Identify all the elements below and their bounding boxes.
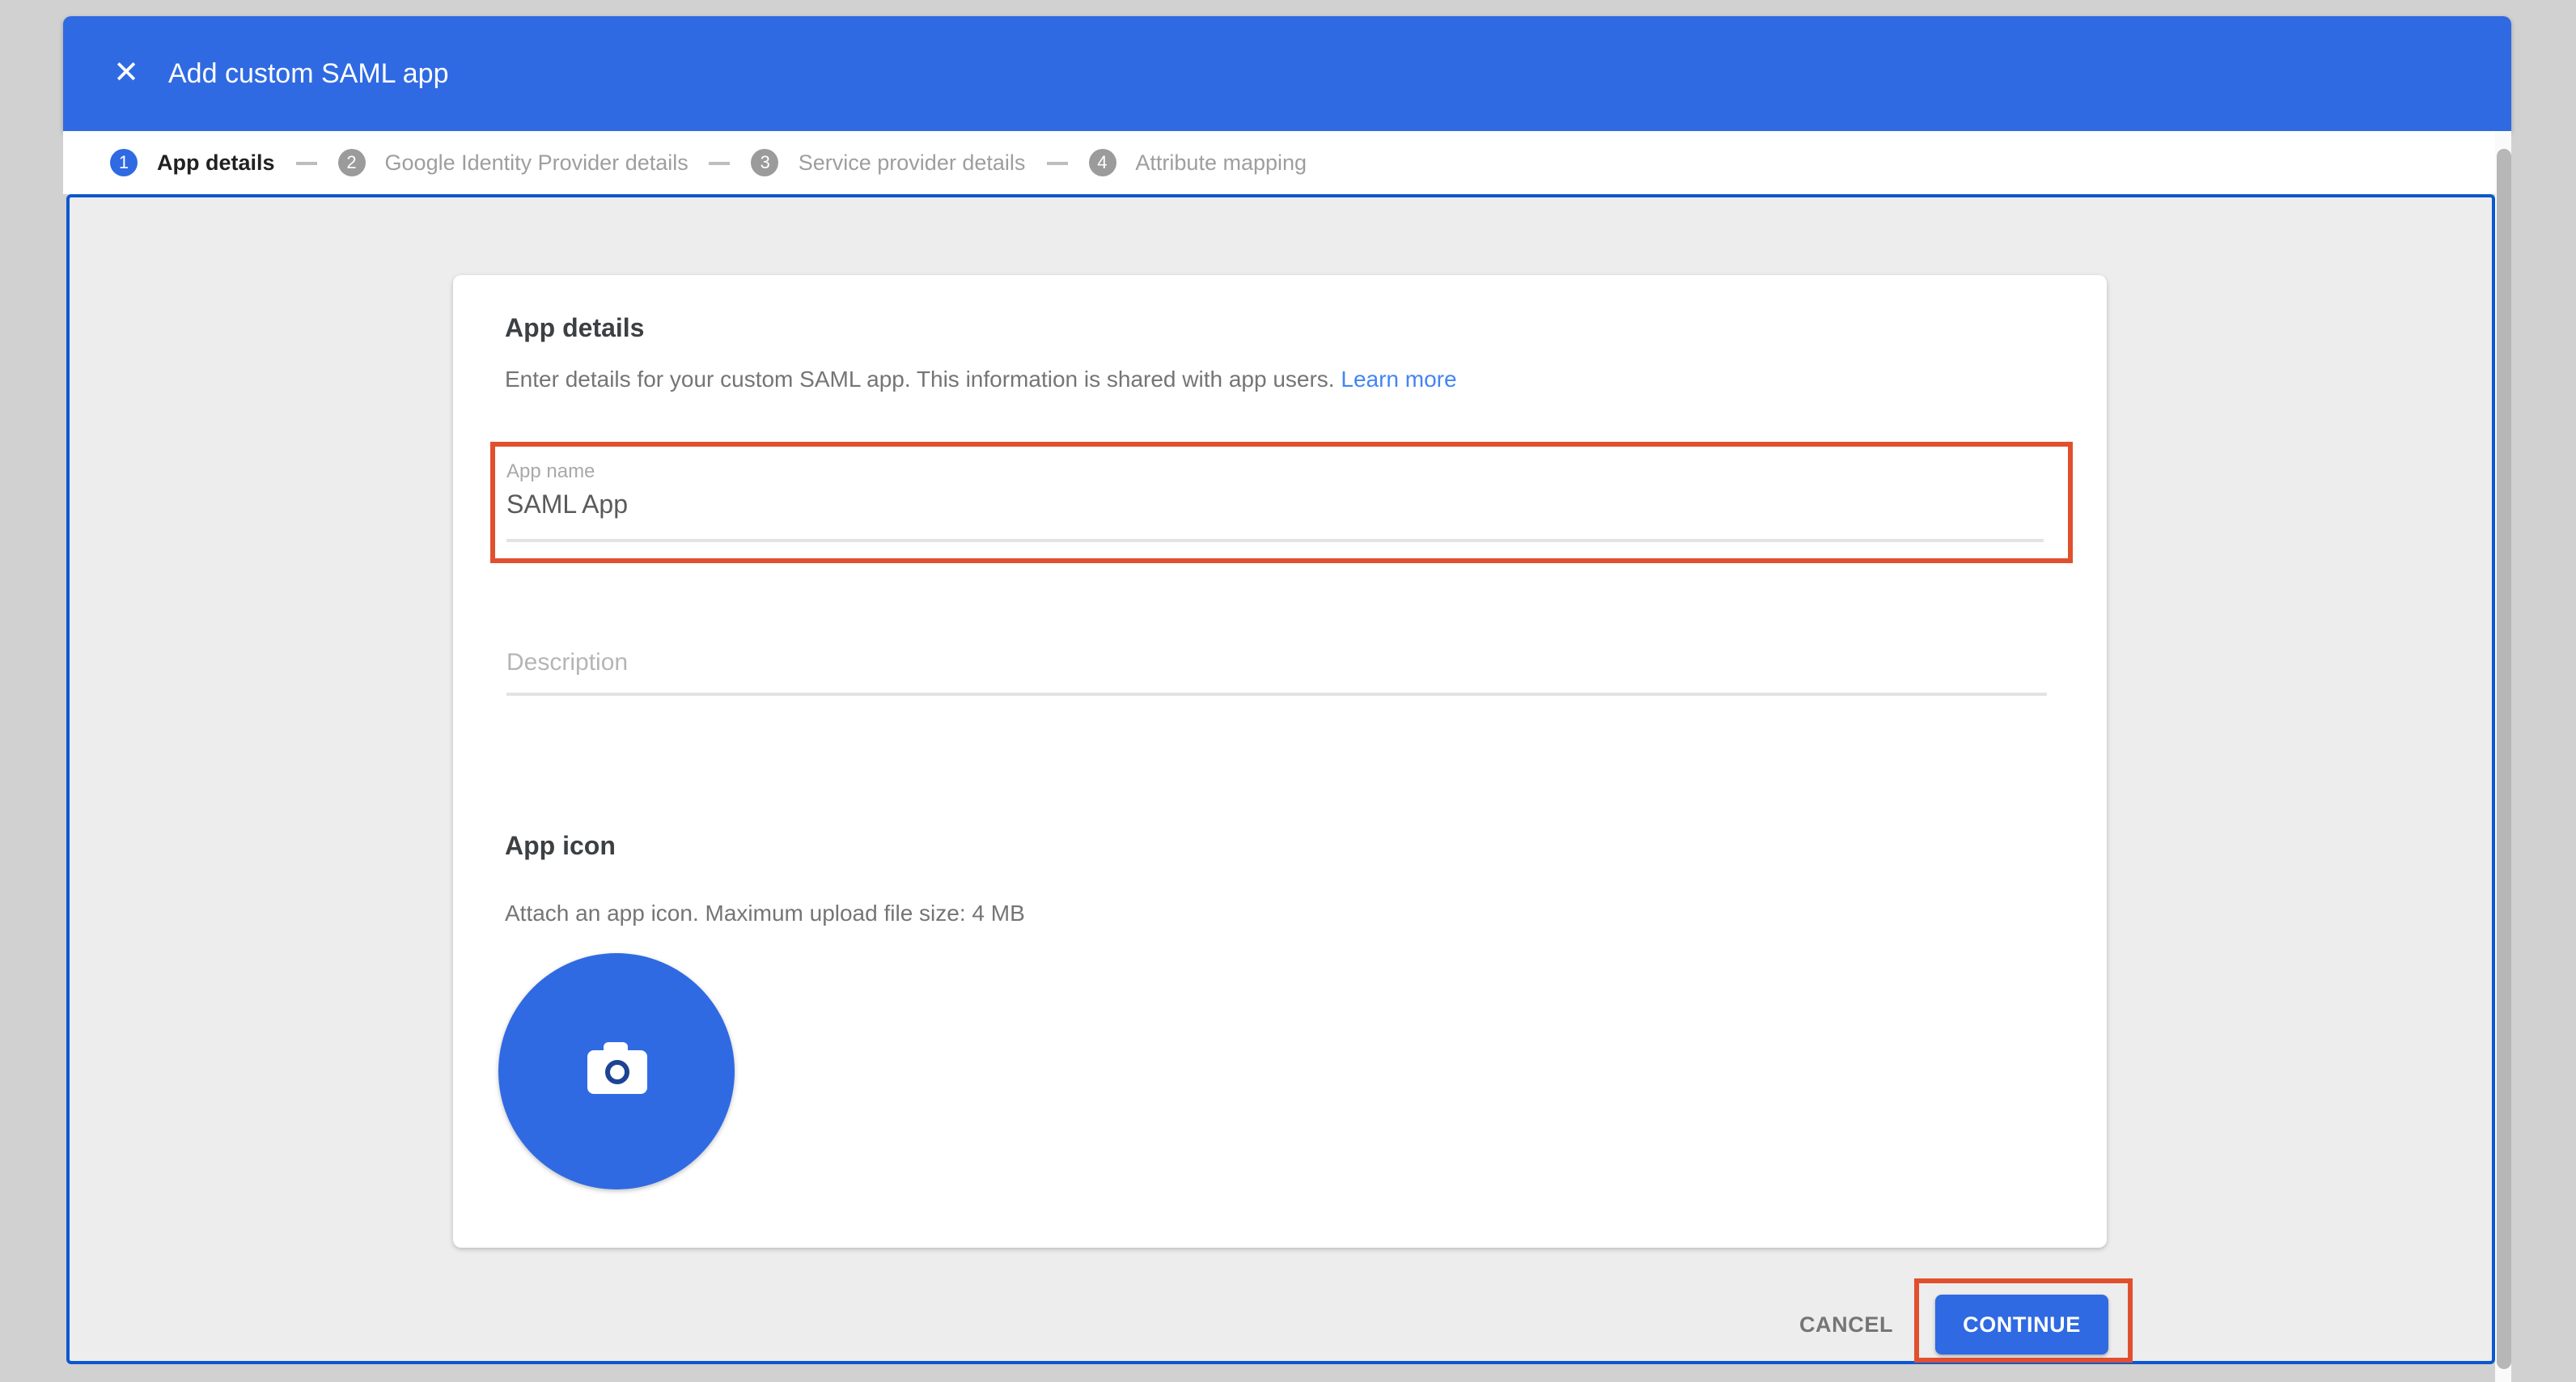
upload-app-icon-button[interactable] <box>498 953 735 1189</box>
step-service-provider-details[interactable]: 3 Service provider details <box>752 149 1026 176</box>
step-number-badge: 3 <box>752 149 779 176</box>
app-name-input[interactable]: SAML App <box>506 492 628 521</box>
step-separator <box>296 161 317 164</box>
step-number-badge: 4 <box>1088 149 1116 176</box>
step-number-badge: 2 <box>338 149 366 176</box>
close-icon[interactable]: ✕ <box>105 16 147 131</box>
step-label: Service provider details <box>799 150 1026 175</box>
wizard-stepper: 1 App details 2 Google Identity Provider… <box>63 131 2511 194</box>
app-details-card: App details Enter details for your custo… <box>453 275 2107 1248</box>
step-label: Attribute mapping <box>1135 150 1307 175</box>
dialog-header: ✕ Add custom SAML app <box>63 16 2511 131</box>
camera-icon-lens <box>604 1059 629 1083</box>
step-google-idp-details[interactable]: 2 Google Identity Provider details <box>338 149 688 176</box>
camera-icon <box>587 1049 646 1093</box>
annotation-highlight-app-name <box>490 442 2073 563</box>
camera-icon-hump <box>603 1041 627 1053</box>
step-separator <box>1046 161 1067 164</box>
learn-more-link[interactable]: Learn more <box>1341 366 1456 392</box>
step-label: App details <box>157 150 275 175</box>
card-heading: App details <box>505 316 644 345</box>
app-name-label: App name <box>506 460 595 482</box>
intro-text: Enter details for your custom SAML app. … <box>505 366 1335 392</box>
step-label: Google Identity Provider details <box>385 150 688 175</box>
description-underline <box>506 693 2047 696</box>
app-icon-help-text: Attach an app icon. Maximum upload file … <box>505 900 1025 926</box>
app-icon-heading: App icon <box>505 833 616 863</box>
step-attribute-mapping[interactable]: 4 Attribute mapping <box>1088 149 1307 176</box>
scrollbar-thumb[interactable] <box>2497 149 2511 1369</box>
app-name-underline <box>506 539 2044 542</box>
cancel-button[interactable]: CANCEL <box>1773 1304 1919 1343</box>
description-input[interactable]: Description <box>506 649 628 676</box>
step-app-details[interactable]: 1 App details <box>110 149 275 176</box>
continue-button[interactable]: CONTINUE <box>1935 1295 2108 1354</box>
add-custom-saml-app-dialog: ✕ Add custom SAML app 1 App details 2 Go… <box>0 0 2576 1382</box>
step-separator <box>710 161 731 164</box>
card-intro: Enter details for your custom SAML app. … <box>505 366 1457 392</box>
dialog-title: Add custom SAML app <box>168 16 449 131</box>
step-number-badge: 1 <box>110 149 138 176</box>
